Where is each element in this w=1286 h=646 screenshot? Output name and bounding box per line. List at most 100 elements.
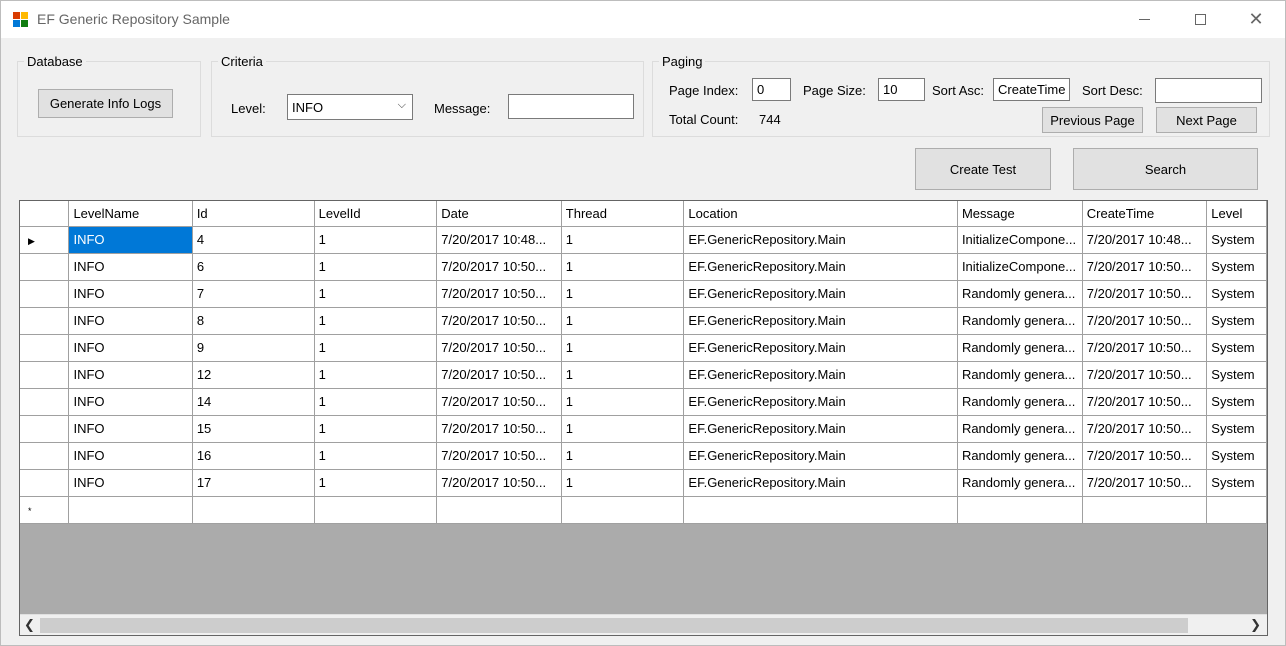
cell-thread[interactable]: 1 [561, 388, 685, 416]
cell-location[interactable]: EF.GenericRepository.Main [683, 307, 958, 335]
column-header-id[interactable]: Id [192, 201, 315, 227]
cell-levelid[interactable]: 1 [314, 361, 438, 389]
cell-levelid[interactable]: 1 [314, 307, 438, 335]
cell-thread[interactable]: 1 [561, 280, 685, 308]
cell-levelid[interactable]: 1 [314, 334, 438, 362]
column-header-levelid[interactable]: LevelId [314, 201, 438, 227]
cell-thread[interactable]: 1 [561, 307, 685, 335]
cell-date[interactable]: 7/20/2017 10:50... [436, 388, 562, 416]
row-header[interactable] [20, 334, 70, 362]
row-header-corner[interactable] [20, 201, 70, 227]
cell-thread[interactable]: 1 [561, 442, 685, 470]
cell-location[interactable]: EF.GenericRepository.Main [683, 415, 958, 443]
new-row-cell[interactable] [68, 496, 193, 524]
cell-createtime[interactable]: 7/20/2017 10:50... [1082, 469, 1208, 497]
table-row[interactable]: INFO 15 1 7/20/2017 10:50... 1 EF.GenericRepo… [20, 415, 1267, 443]
cell-location[interactable]: EF.GenericRepository.Main [683, 388, 958, 416]
cell-levelid[interactable]: 1 [314, 280, 438, 308]
new-row-cell[interactable] [314, 496, 438, 524]
cell-levelid[interactable]: 1 [314, 253, 438, 281]
cell-thread[interactable]: 1 [561, 469, 685, 497]
next-page-button[interactable]: Next Page [1156, 107, 1257, 133]
horizontal-scrollbar[interactable]: ❮ ❯ [20, 614, 1267, 635]
table-row[interactable]: INFO 12 1 7/20/2017 10:50... 1 EF.GenericRepo… [20, 361, 1267, 389]
cell-thread[interactable]: 1 [561, 415, 685, 443]
cell-levelname[interactable]: INFO [68, 361, 193, 389]
cell-message[interactable]: Randomly genera... [957, 442, 1083, 470]
cell-createtime[interactable]: 7/20/2017 10:50... [1082, 442, 1208, 470]
cell-levelname[interactable]: INFO [68, 253, 193, 281]
cell-levelname[interactable]: INFO [68, 334, 193, 362]
cell-message[interactable]: InitializeCompone... [957, 253, 1083, 281]
cell-createtime[interactable]: 7/20/2017 10:50... [1082, 334, 1208, 362]
cell-date[interactable]: 7/20/2017 10:50... [436, 334, 562, 362]
cell-location[interactable]: EF.GenericRepository.Main [683, 253, 958, 281]
cell-message[interactable]: Randomly genera... [957, 469, 1083, 497]
column-header-level[interactable]: Level [1206, 201, 1267, 227]
column-header-message[interactable]: Message [957, 201, 1083, 227]
row-header[interactable] [20, 253, 70, 281]
cell-createtime[interactable]: 7/20/2017 10:50... [1082, 253, 1208, 281]
cell-levelname[interactable]: INFO [68, 415, 193, 443]
cell-levelname[interactable]: INFO [68, 226, 193, 254]
new-row-cell[interactable] [192, 496, 315, 524]
cell-date[interactable]: 7/20/2017 10:50... [436, 253, 562, 281]
cell-date[interactable]: 7/20/2017 10:50... [436, 361, 562, 389]
cell-level[interactable]: System [1206, 307, 1267, 335]
cell-level[interactable]: System [1206, 253, 1267, 281]
row-header[interactable] [20, 307, 70, 335]
cell-date[interactable]: 7/20/2017 10:50... [436, 415, 562, 443]
cell-id[interactable]: 7 [192, 280, 315, 308]
cell-date[interactable]: 7/20/2017 10:50... [436, 469, 562, 497]
scroll-left-icon[interactable]: ❮ [24, 617, 35, 633]
cell-levelid[interactable]: 1 [314, 415, 438, 443]
cell-levelid[interactable]: 1 [314, 226, 438, 254]
cell-message[interactable]: Randomly genera... [957, 280, 1083, 308]
cell-id[interactable]: 4 [192, 226, 315, 254]
table-row[interactable]: INFO 17 1 7/20/2017 10:50... 1 EF.GenericRepo… [20, 469, 1267, 497]
cell-level[interactable]: System [1206, 415, 1267, 443]
cell-message[interactable]: InitializeCompone... [957, 226, 1083, 254]
cell-createtime[interactable]: 7/20/2017 10:50... [1082, 307, 1208, 335]
maximize-button[interactable] [1177, 1, 1223, 37]
cell-level[interactable]: System [1206, 469, 1267, 497]
cell-message[interactable]: Randomly genera... [957, 388, 1083, 416]
cell-id[interactable]: 8 [192, 307, 315, 335]
previous-page-button[interactable]: Previous Page [1042, 107, 1143, 133]
level-combobox[interactable]: INFO ⌵ [287, 94, 413, 120]
table-row[interactable]: INFO 14 1 7/20/2017 10:50... 1 EF.GenericRepo… [20, 388, 1267, 416]
table-row[interactable]: INFO 16 1 7/20/2017 10:50... 1 EF.GenericRepo… [20, 442, 1267, 470]
row-header[interactable] [20, 388, 70, 416]
cell-id[interactable]: 6 [192, 253, 315, 281]
cell-date[interactable]: 7/20/2017 10:50... [436, 442, 562, 470]
cell-id[interactable]: 17 [192, 469, 315, 497]
cell-location[interactable]: EF.GenericRepository.Main [683, 226, 958, 254]
sort-desc-input[interactable] [1155, 78, 1262, 103]
scrollbar-thumb[interactable] [40, 618, 1188, 633]
minimize-button[interactable] [1121, 1, 1167, 37]
cell-message[interactable]: Randomly genera... [957, 307, 1083, 335]
cell-location[interactable]: EF.GenericRepository.Main [683, 361, 958, 389]
new-row-header[interactable]: * [20, 496, 70, 524]
sort-asc-input[interactable]: CreateTime [993, 78, 1070, 101]
column-header-date[interactable]: Date [436, 201, 562, 227]
cell-levelname[interactable]: INFO [68, 280, 193, 308]
cell-location[interactable]: EF.GenericRepository.Main [683, 442, 958, 470]
row-header[interactable] [20, 442, 70, 470]
cell-id[interactable]: 15 [192, 415, 315, 443]
cell-level[interactable]: System [1206, 280, 1267, 308]
cell-message[interactable]: Randomly genera... [957, 334, 1083, 362]
cell-createtime[interactable]: 7/20/2017 10:50... [1082, 280, 1208, 308]
cell-levelid[interactable]: 1 [314, 388, 438, 416]
new-row-cell[interactable] [436, 496, 562, 524]
new-row-cell[interactable] [957, 496, 1083, 524]
new-row[interactable]: * [20, 496, 1267, 524]
row-header[interactable] [20, 415, 70, 443]
cell-message[interactable]: Randomly genera... [957, 415, 1083, 443]
cell-createtime[interactable]: 7/20/2017 10:50... [1082, 388, 1208, 416]
new-row-cell[interactable] [561, 496, 685, 524]
table-row[interactable]: INFO 8 1 7/20/2017 10:50... 1 EF.GenericRepos… [20, 307, 1267, 335]
page-size-input[interactable]: 10 [878, 78, 925, 101]
column-header-thread[interactable]: Thread [561, 201, 685, 227]
cell-id[interactable]: 12 [192, 361, 315, 389]
